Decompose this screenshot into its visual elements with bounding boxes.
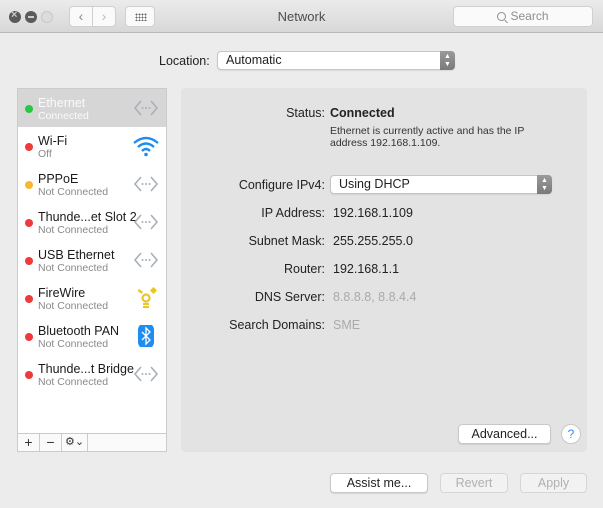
status-description: Ethernet is currently active and has the… bbox=[330, 125, 525, 149]
ip-address-label: IP Address: bbox=[261, 206, 325, 220]
ethernet-icon bbox=[132, 97, 160, 119]
assist-me-button[interactable]: Assist me... bbox=[330, 473, 428, 493]
bluetooth-icon bbox=[132, 323, 160, 349]
service-list-toolbar: + − ⚙⌄ bbox=[18, 433, 166, 451]
service-list: Ethernet Connected Wi-Fi Off PPPoE Not Connec… bbox=[17, 88, 167, 452]
subnet-mask-label: Subnet Mask: bbox=[248, 234, 325, 248]
apply-button[interactable]: Apply bbox=[520, 473, 587, 493]
ethernet-icon bbox=[132, 363, 160, 385]
status-dot bbox=[25, 371, 33, 379]
configure-ipv4-value: Using DHCP bbox=[339, 177, 410, 191]
remove-service-button[interactable]: − bbox=[40, 434, 62, 451]
service-name: FireWire bbox=[38, 286, 86, 300]
status-dot bbox=[25, 105, 33, 113]
firewire-icon bbox=[132, 286, 160, 309]
service-item[interactable]: Wi-Fi Off bbox=[18, 127, 166, 165]
search-domains-value: SME bbox=[333, 318, 361, 332]
service-name: PPPoE bbox=[38, 172, 79, 186]
configure-ipv4-label: Configure IPv4: bbox=[238, 178, 325, 192]
service-name: Ethernet bbox=[38, 96, 86, 110]
service-item[interactable]: PPPoE Not Connected bbox=[18, 165, 166, 203]
title-bar: ‹ › Network Search bbox=[0, 0, 603, 33]
status-dot bbox=[25, 257, 33, 265]
status-dot bbox=[25, 219, 33, 227]
service-name: Bluetooth PAN bbox=[38, 324, 120, 338]
updown-arrows-icon: ▲ ▼ bbox=[440, 51, 455, 70]
service-name: Wi-Fi bbox=[38, 134, 68, 148]
service-item[interactable]: Bluetooth PAN Not Connected bbox=[18, 317, 166, 355]
service-item[interactable]: Thunde...et Slot 2 Not Connected bbox=[18, 203, 166, 241]
service-status: Not Connected bbox=[38, 300, 109, 312]
service-status: Not Connected bbox=[38, 224, 109, 236]
search-icon bbox=[497, 12, 507, 21]
status-dot bbox=[25, 333, 33, 341]
service-status: Not Connected bbox=[38, 338, 109, 350]
search-field[interactable]: Search bbox=[453, 6, 593, 27]
action-menu-button[interactable]: ⚙⌄ bbox=[62, 434, 88, 451]
detail-panel: Status: Connected Ethernet is currently … bbox=[181, 88, 587, 452]
service-item[interactable]: FireWire Not Connected bbox=[18, 279, 166, 317]
ethernet-icon bbox=[132, 211, 160, 233]
help-button[interactable]: ? bbox=[561, 424, 581, 444]
service-status: Not Connected bbox=[38, 262, 109, 274]
updown-arrows-icon: ▲ ▼ bbox=[537, 175, 552, 194]
advanced-button[interactable]: Advanced... bbox=[458, 424, 551, 444]
router-label: Router: bbox=[284, 262, 325, 276]
dns-server-label: DNS Server: bbox=[254, 290, 325, 304]
wifi-icon bbox=[132, 135, 160, 157]
dns-server-value: 8.8.8.8, 8.8.4.4 bbox=[333, 290, 417, 304]
status-label: Status: bbox=[286, 106, 325, 120]
subnet-mask-value: 255.255.255.0 bbox=[333, 234, 413, 248]
status-dot bbox=[25, 143, 33, 151]
service-status: Off bbox=[38, 148, 52, 160]
revert-button[interactable]: Revert bbox=[440, 473, 508, 493]
location-select[interactable]: Automatic ▲ ▼ bbox=[217, 51, 455, 70]
status-dot bbox=[25, 181, 33, 189]
search-placeholder: Search bbox=[510, 9, 549, 23]
service-status: Not Connected bbox=[38, 376, 109, 388]
add-service-button[interactable]: + bbox=[18, 434, 40, 451]
ethernet-icon bbox=[132, 249, 160, 271]
configure-ipv4-select[interactable]: Using DHCP ▲ ▼ bbox=[330, 175, 552, 194]
ethernet-icon bbox=[132, 173, 160, 195]
search-domains-label: Search Domains: bbox=[229, 318, 325, 332]
service-status: Not Connected bbox=[38, 186, 109, 198]
service-item[interactable]: Ethernet Connected bbox=[18, 89, 166, 127]
service-name: USB Ethernet bbox=[38, 248, 115, 262]
service-item[interactable]: Thunde...t Bridge Not Connected bbox=[18, 355, 166, 393]
service-status: Connected bbox=[38, 110, 89, 122]
service-name: Thunde...et Slot 2 bbox=[38, 210, 137, 224]
router-value: 192.168.1.1 bbox=[333, 262, 400, 276]
status-dot bbox=[25, 295, 33, 303]
location-value: Automatic bbox=[226, 53, 282, 67]
service-name: Thunde...t Bridge bbox=[38, 362, 134, 376]
status-value: Connected bbox=[330, 106, 395, 120]
service-item[interactable]: USB Ethernet Not Connected bbox=[18, 241, 166, 279]
ip-address-value: 192.168.1.109 bbox=[333, 206, 413, 220]
location-label: Location: bbox=[159, 54, 210, 68]
